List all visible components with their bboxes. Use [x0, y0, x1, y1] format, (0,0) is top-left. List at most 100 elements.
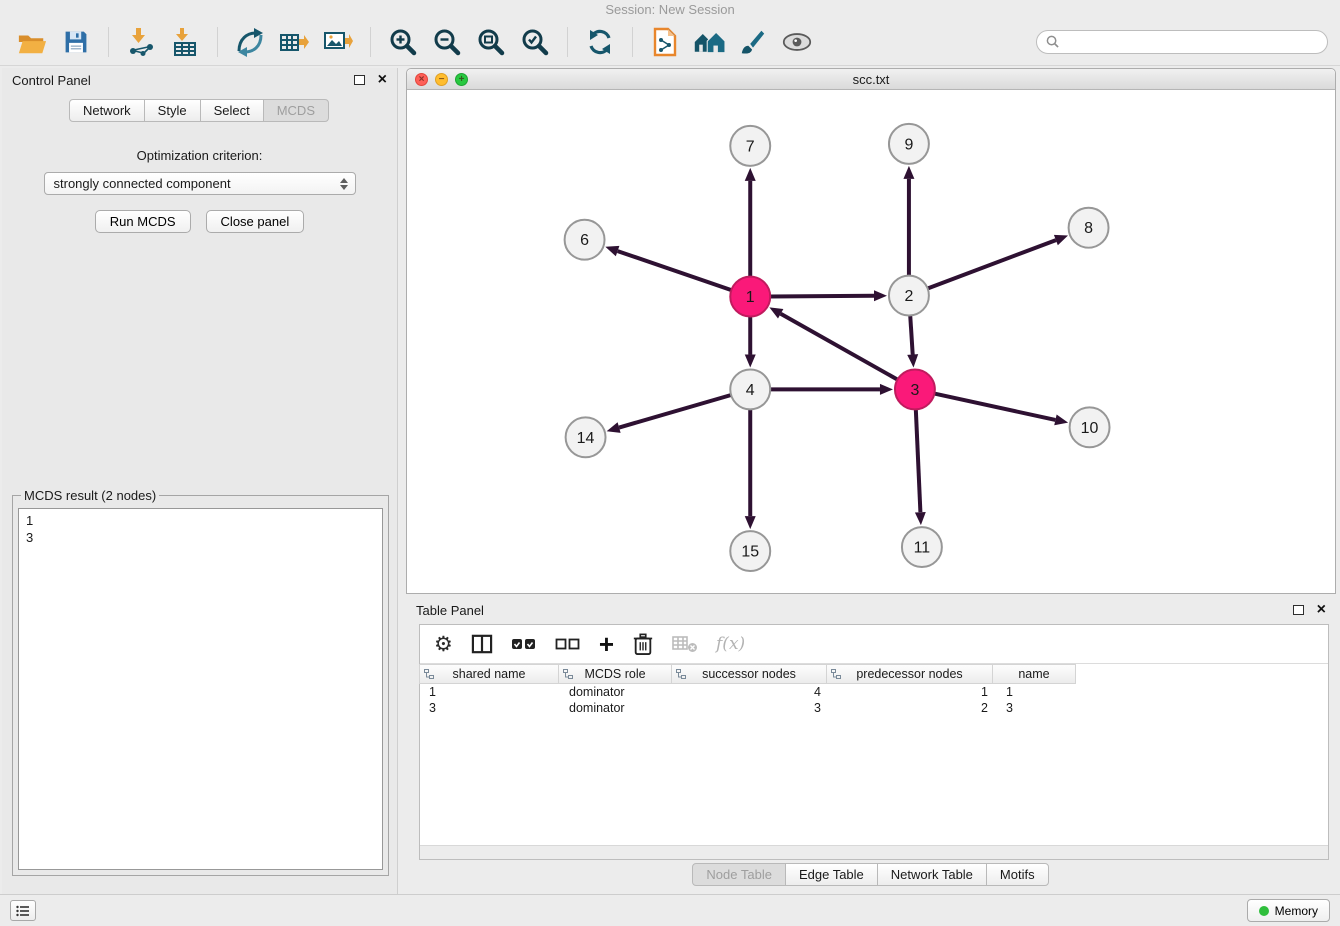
tab-network[interactable]: Network	[69, 99, 145, 122]
column-header-shared-name[interactable]: shared name	[419, 664, 559, 684]
arrowhead-icon	[745, 516, 756, 529]
main-toolbar	[0, 18, 1340, 66]
control-panel-tabs: Network Style Select MCDS	[2, 99, 397, 122]
window-zoom-icon[interactable]: +	[455, 73, 468, 86]
graph-node-15[interactable]: 15	[730, 531, 770, 571]
criterion-select[interactable]: strongly connected component	[44, 172, 356, 195]
column-header-mcds-role[interactable]: MCDS role	[558, 664, 672, 684]
svg-text:7: 7	[746, 138, 755, 155]
window-minimize-icon[interactable]: −	[435, 73, 448, 86]
table-panel-header: Table Panel ×	[406, 598, 1336, 622]
table-header-row: shared name MCDS role successor nodes	[420, 663, 1328, 684]
select-all-columns-button[interactable]	[511, 629, 537, 659]
duplicate-network-button[interactable]	[645, 22, 685, 62]
delete-rows-button[interactable]	[632, 629, 654, 659]
graph-node-3[interactable]: 3	[895, 369, 935, 409]
export-image-icon	[323, 27, 353, 57]
tab-edge-table[interactable]: Edge Table	[785, 863, 878, 886]
graph-edge-3-11[interactable]	[916, 409, 921, 512]
tab-network-table[interactable]: Network Table	[877, 863, 987, 886]
zoom-in-button[interactable]	[383, 22, 423, 62]
network-overview-button[interactable]	[689, 22, 729, 62]
table-settings-button[interactable]: ⚙	[434, 629, 453, 659]
search-input[interactable]	[1065, 34, 1318, 49]
tab-motifs[interactable]: Motifs	[986, 863, 1049, 886]
graph-node-10[interactable]: 10	[1070, 407, 1110, 447]
svg-text:2: 2	[904, 288, 913, 305]
close-panel-icon[interactable]: ×	[378, 72, 387, 88]
graph-edge-3-10[interactable]	[934, 394, 1055, 420]
export-image-button[interactable]	[318, 22, 358, 62]
graph-node-1[interactable]: 1	[730, 277, 770, 317]
deselect-all-columns-button[interactable]	[555, 629, 581, 659]
graph-node-7[interactable]: 7	[730, 126, 770, 166]
network-graph[interactable]: 7 9 6 8 1 2 4 3 14 10 15 11	[407, 90, 1335, 593]
show-columns-button[interactable]	[471, 629, 493, 659]
arrowhead-icon	[745, 354, 756, 367]
table-row[interactable]: 3 dominator 3 2 3	[420, 700, 1328, 716]
import-network-icon	[126, 27, 156, 57]
memory-button[interactable]: Memory	[1247, 899, 1330, 922]
zoom-fit-button[interactable]	[471, 22, 511, 62]
window-close-icon[interactable]: ×	[415, 73, 428, 86]
zoom-selected-button[interactable]	[515, 22, 555, 62]
arrowhead-icon	[915, 512, 926, 525]
add-column-button[interactable]: +	[599, 629, 614, 659]
show-graphics-details-button[interactable]	[777, 22, 817, 62]
column-header-name[interactable]: name	[992, 664, 1076, 684]
tab-select[interactable]: Select	[200, 99, 264, 122]
float-table-panel-icon[interactable]	[1293, 605, 1304, 615]
run-mcds-button[interactable]: Run MCDS	[95, 210, 191, 233]
zoom-out-button[interactable]	[427, 22, 467, 62]
graph-node-6[interactable]: 6	[565, 220, 605, 260]
toolbar-separator	[217, 27, 218, 57]
graph-edge-1-6[interactable]	[618, 251, 732, 290]
graph-edge-2-3[interactable]	[910, 316, 912, 355]
graph-node-2[interactable]: 2	[889, 276, 929, 316]
svg-text:11: 11	[914, 540, 931, 557]
column-header-successor-nodes[interactable]: successor nodes	[671, 664, 827, 684]
copy-page-icon	[652, 27, 678, 57]
table-box: ⚙	[419, 624, 1329, 860]
open-session-button[interactable]	[12, 22, 52, 62]
graph-edge-4-14[interactable]	[619, 395, 731, 428]
graph-edge-2-8[interactable]	[928, 240, 1056, 288]
float-panel-icon[interactable]	[354, 75, 365, 85]
graph-edge-3-1[interactable]	[781, 314, 898, 380]
network-window-titlebar[interactable]: × − + scc.txt	[407, 69, 1335, 90]
network-canvas[interactable]: 7 9 6 8 1 2 4 3 14 10 15 11	[407, 90, 1335, 593]
graph-edge-1-2[interactable]	[770, 296, 874, 297]
graph-node-8[interactable]: 8	[1069, 208, 1109, 248]
tab-mcds[interactable]: MCDS	[263, 99, 329, 122]
close-panel-button[interactable]: Close panel	[206, 210, 305, 233]
graph-node-11[interactable]: 11	[902, 527, 942, 567]
status-bar: Memory	[0, 894, 1340, 926]
paintbrush-icon	[739, 28, 767, 56]
graph-node-4[interactable]: 4	[730, 369, 770, 409]
export-table-button[interactable]	[274, 22, 314, 62]
tab-style[interactable]: Style	[144, 99, 201, 122]
mcds-result-list[interactable]: 1 3	[18, 508, 383, 870]
table-row[interactable]: 1 dominator 4 1 1	[420, 684, 1328, 700]
export-network-button[interactable]	[230, 22, 270, 62]
optimization-criterion-label: Optimization criterion:	[2, 148, 397, 163]
graph-node-14[interactable]: 14	[566, 417, 606, 457]
close-table-panel-icon[interactable]: ×	[1317, 602, 1326, 618]
arrowhead-icon	[1054, 235, 1068, 245]
toolbar-separator	[370, 27, 371, 57]
column-header-predecessor-nodes[interactable]: predecessor nodes	[826, 664, 993, 684]
save-session-button[interactable]	[56, 22, 96, 62]
task-history-button[interactable]	[10, 900, 36, 921]
zoom-in-icon	[388, 27, 418, 57]
refresh-layout-button[interactable]	[580, 22, 620, 62]
window-title: Session: New Session	[0, 0, 1340, 18]
import-table-button[interactable]	[165, 22, 205, 62]
open-folder-icon	[17, 29, 47, 55]
control-panel: Control Panel × Network Style Select MCD…	[2, 68, 398, 894]
import-network-button[interactable]	[121, 22, 161, 62]
criterion-value: strongly connected component	[54, 176, 231, 191]
horizontal-scrollbar[interactable]	[420, 845, 1328, 859]
graph-node-9[interactable]: 9	[889, 124, 929, 164]
tab-node-table[interactable]: Node Table	[692, 863, 786, 886]
paint-style-button[interactable]	[733, 22, 773, 62]
